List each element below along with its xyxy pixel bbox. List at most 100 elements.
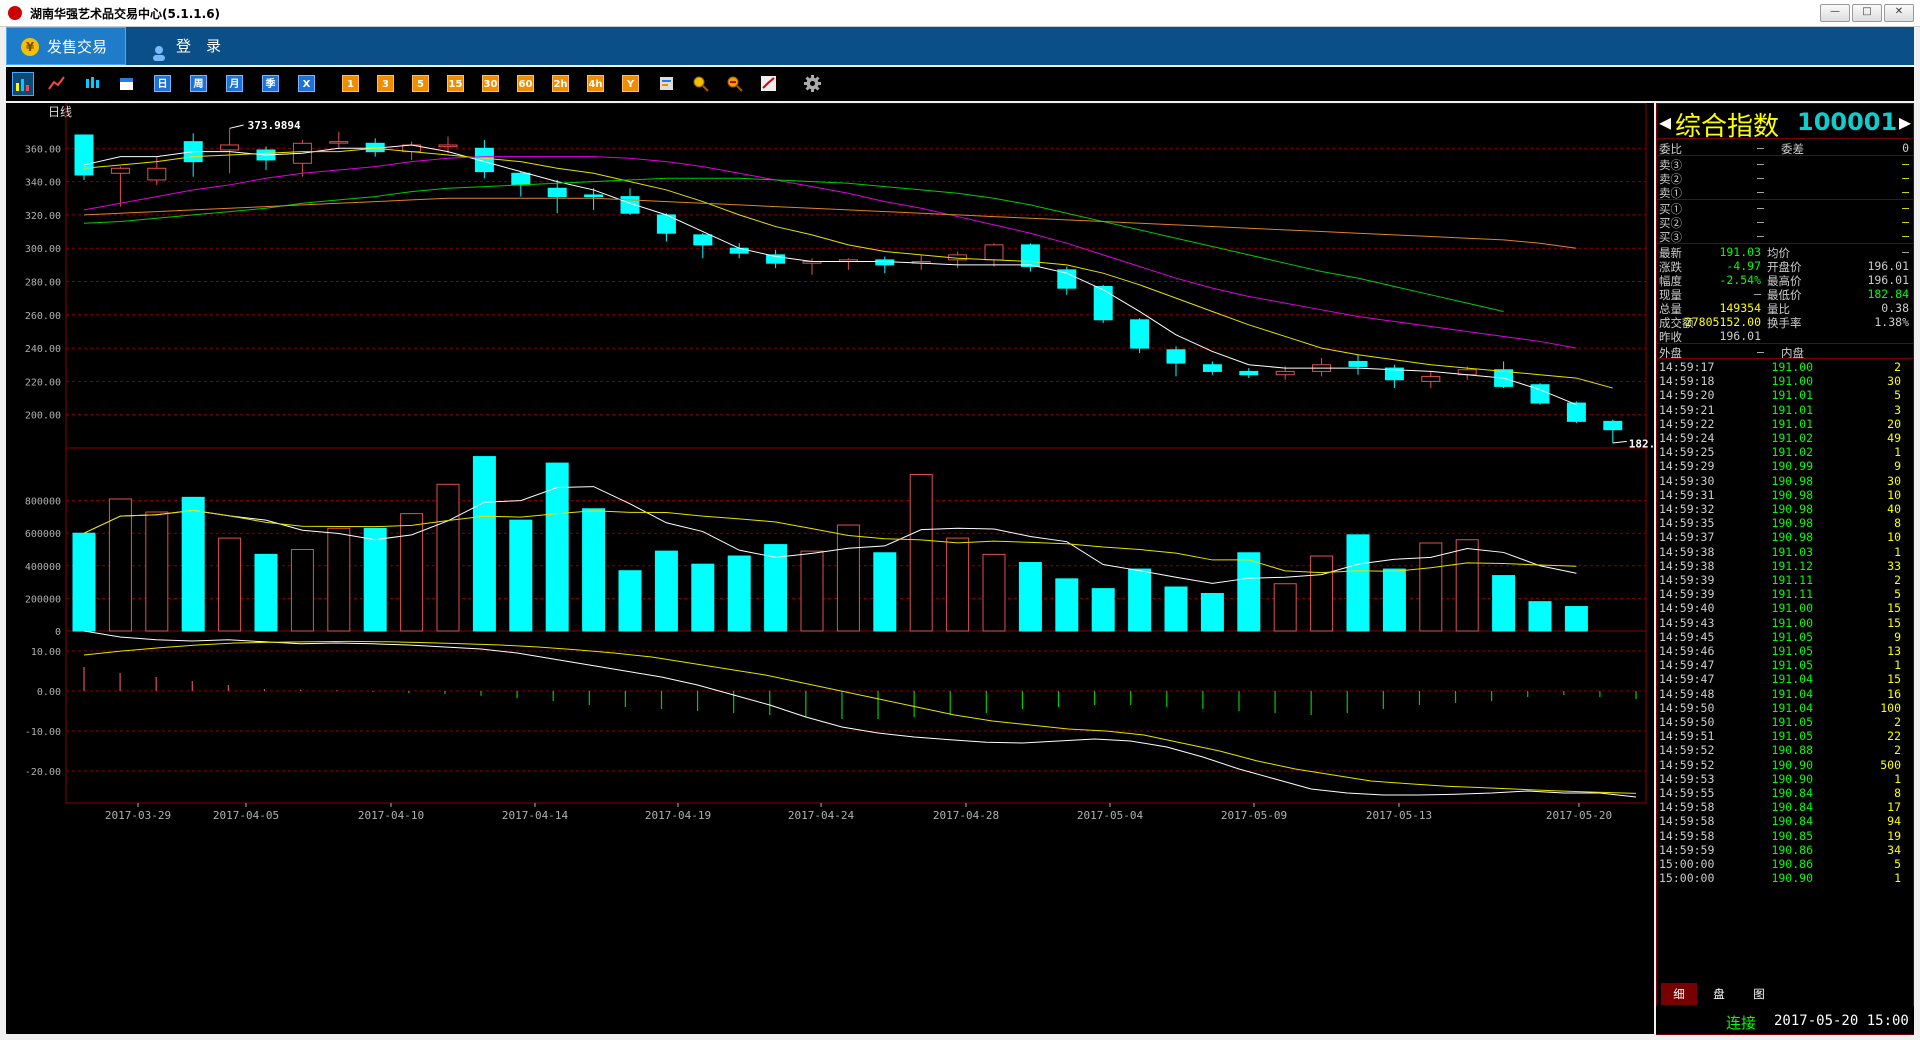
- price-tick-label: 360.00: [25, 144, 61, 155]
- candle-body: [1020, 244, 1040, 268]
- period-x-button[interactable]: X: [298, 75, 315, 92]
- minute-60-button[interactable]: 60: [517, 75, 534, 92]
- volume-bar: [873, 552, 897, 632]
- volume-bar: [1419, 542, 1443, 632]
- volume-bar: [327, 527, 351, 632]
- bar-chart-button[interactable]: [12, 72, 34, 96]
- gear-icon: [804, 75, 821, 92]
- tick-price: 190.98: [1771, 516, 1813, 531]
- minute-3-button[interactable]: 3: [377, 75, 394, 92]
- minute-5-button[interactable]: 5: [412, 75, 429, 92]
- tick-volume: 2: [1894, 715, 1901, 729]
- tick-time: 14:59:31: [1659, 487, 1715, 502]
- minute-1-button[interactable]: 1: [342, 75, 359, 92]
- minute-30-button[interactable]: 30: [482, 75, 499, 92]
- quote-value-2: 196.01: [1867, 273, 1909, 287]
- date-label: 2017-05-13: [1366, 809, 1432, 822]
- volume-bar: [254, 553, 278, 632]
- volume-bar: [1273, 583, 1297, 632]
- tick-price: 191.00: [1771, 360, 1813, 374]
- minimize-button[interactable]: —: [1820, 4, 1850, 22]
- settings-button[interactable]: [804, 75, 821, 92]
- symbol-code: 100001: [1797, 108, 1898, 136]
- bid-row[interactable]: 买③ — —: [1657, 228, 1913, 244]
- ask-row[interactable]: 卖① — —: [1657, 184, 1913, 200]
- volume-bar: [145, 511, 169, 632]
- tab-depth[interactable]: 盘: [1701, 983, 1737, 1005]
- tick-volume: 1: [1894, 445, 1901, 460]
- volume-bar: [836, 524, 860, 632]
- weicha-value: 0: [1902, 141, 1909, 155]
- tick-time: 14:59:58: [1659, 800, 1715, 815]
- year-button[interactable]: Y: [622, 75, 639, 92]
- zoom-in-button[interactable]: [692, 75, 709, 92]
- volume-bar: [72, 532, 96, 632]
- candle-body: [1603, 420, 1623, 431]
- tick-volume: 1: [1894, 871, 1901, 886]
- tick-price: 190.84: [1771, 786, 1813, 800]
- tick-volume: 30: [1887, 473, 1901, 488]
- candle-body: [438, 144, 458, 148]
- minute-15-button[interactable]: 15: [447, 75, 464, 92]
- price-tick-label: 300.00: [25, 244, 61, 255]
- zoom-in-icon: [693, 76, 709, 92]
- volume-bar: [1455, 539, 1479, 632]
- tick-price: 191.04: [1771, 686, 1813, 701]
- tick-time: 14:59:58: [1659, 814, 1715, 829]
- period-quarter-button[interactable]: 季: [262, 75, 279, 92]
- draw-button[interactable]: [760, 75, 777, 92]
- candlestick-button[interactable]: [84, 75, 101, 92]
- next-symbol-arrow-icon[interactable]: ▶: [1899, 110, 1911, 134]
- tab-chart[interactable]: 图: [1741, 983, 1777, 1005]
- yen-icon: ¥: [21, 38, 39, 56]
- volume-bar: [1091, 588, 1115, 632]
- candle-body: [984, 244, 1004, 261]
- menu-bar: ¥ 发售交易 登 录: [6, 27, 1914, 65]
- line-chart-button[interactable]: [48, 75, 65, 92]
- candle-body: [147, 167, 167, 181]
- tick-time: 14:59:59: [1659, 842, 1715, 857]
- calendar-button[interactable]: [118, 75, 135, 92]
- bid-volume: —: [1902, 215, 1909, 229]
- period-month-button[interactable]: 月: [226, 75, 243, 92]
- toolbar: 日 周 月 季 X 1 3 5 15 30 60 2h 4h Y: [6, 67, 1914, 101]
- menu-login[interactable]: 登 录: [142, 27, 232, 65]
- kline-chart[interactable]: 日线 360.00 340.00 320.00 300.00 280.00 260.00 2…: [6, 103, 1654, 1006]
- date-label: 2017-04-10: [358, 809, 424, 822]
- chart-frame: [65, 103, 1647, 804]
- tick-time: 14:59:50: [1659, 700, 1715, 715]
- date-label: 2017-04-14: [502, 809, 569, 822]
- quote-value: 27805152.00: [1684, 315, 1761, 329]
- zoom-out-button[interactable]: [726, 75, 743, 92]
- volume-bar: [1492, 575, 1516, 632]
- hour-4-button[interactable]: 4h: [587, 75, 604, 92]
- period-week-button[interactable]: 周: [190, 75, 207, 92]
- tick-volume: 5: [1894, 388, 1901, 403]
- export-button[interactable]: [658, 75, 675, 92]
- prev-symbol-arrow-icon[interactable]: ◀: [1659, 110, 1671, 134]
- close-button[interactable]: ✕: [1884, 4, 1914, 22]
- candle-body: [1275, 370, 1295, 376]
- kline-chart-svg[interactable]: 日线 360.00 340.00 320.00 300.00 280.00 260.00 2…: [6, 103, 1654, 1006]
- tick-time: 14:59:24: [1659, 431, 1715, 445]
- volume-bar: [1018, 562, 1042, 632]
- menu-sale-trade[interactable]: ¥ 发售交易: [6, 27, 126, 65]
- quote-value: 196.01: [1719, 329, 1761, 343]
- tick-price: 191.02: [1771, 445, 1813, 460]
- quote-panel: ◀ 综合指数 100001 ▶ 委比 — 委差 0 卖③ — — 卖② — — 卖① — — 买① — — 买②…: [1656, 103, 1914, 1035]
- tab-detail[interactable]: 细: [1661, 983, 1697, 1005]
- tick-price: 190.98: [1771, 487, 1813, 502]
- tick-price: 190.99: [1771, 459, 1813, 474]
- volume-bar: [582, 508, 606, 632]
- period-day-button[interactable]: 日: [154, 75, 171, 92]
- candle-body: [1348, 360, 1368, 367]
- quote-value: 191.03: [1719, 245, 1761, 259]
- zoom-out-icon: [727, 76, 743, 92]
- volume-bar: [1164, 586, 1188, 632]
- tick-time: 14:59:18: [1659, 374, 1715, 389]
- maximize-button[interactable]: □: [1852, 4, 1882, 22]
- tick-time: 14:59:43: [1659, 615, 1715, 630]
- hour-2-button[interactable]: 2h: [552, 75, 569, 92]
- ask-price: —: [1757, 171, 1764, 185]
- ask-volume: —: [1902, 185, 1909, 199]
